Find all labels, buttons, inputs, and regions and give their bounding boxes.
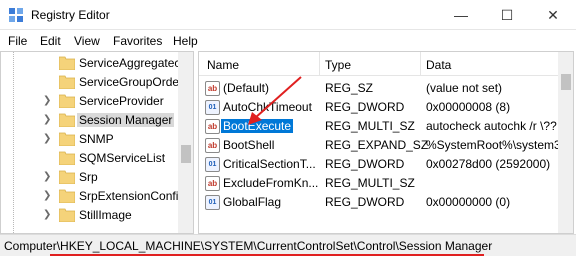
expand-chevron-icon[interactable]: ❯ <box>43 171 51 182</box>
tree-item-label: ServiceAggregatec <box>79 56 181 70</box>
value-name: ExcludeFromKn... <box>223 176 319 190</box>
value-type: REG_SZ <box>325 81 374 95</box>
list-scrollbar[interactable] <box>558 52 573 233</box>
value-data: %SystemRoot%\system3 <box>426 138 561 152</box>
maximize-button[interactable]: ☐ <box>484 0 530 30</box>
folder-icon <box>59 132 75 146</box>
string-value-icon: ab <box>205 138 220 153</box>
tree-item[interactable]: ❯ SrpExtensionConfi <box>1 187 179 206</box>
value-type: REG_MULTI_SZ <box>325 119 415 133</box>
registry-path: Computer\HKEY_LOCAL_MACHINE\SYSTEM\Curre… <box>4 239 493 253</box>
folder-icon <box>59 94 75 108</box>
string-value-icon: ab <box>205 119 220 134</box>
value-type: REG_DWORD <box>325 100 405 114</box>
tree-item-label: SQMServiceList <box>79 151 166 165</box>
tree-item[interactable]: ❯ Session Manager <box>1 111 179 130</box>
binary-value-icon: 01 <box>205 195 220 210</box>
folder-icon <box>59 56 75 70</box>
status-bar: Computer\HKEY_LOCAL_MACHINE\SYSTEM\Curre… <box>0 234 576 256</box>
tree-item-label: Srp <box>79 170 98 184</box>
tree-item-label: ServiceGroupOrde <box>79 75 180 89</box>
value-data: 0x00278d00 (2592000) <box>426 157 551 171</box>
folder-icon <box>59 75 75 89</box>
minimize-button[interactable]: — <box>438 0 484 30</box>
folder-icon <box>59 208 75 222</box>
menu-bar: File Edit View Favorites Help <box>0 31 576 51</box>
tree-scroll-thumb[interactable] <box>181 145 191 163</box>
registry-editor-icon <box>9 8 23 22</box>
value-type: REG_MULTI_SZ <box>325 176 415 190</box>
expand-chevron-icon[interactable]: ❯ <box>43 95 51 106</box>
tree-item-label: ServiceProvider <box>79 94 164 108</box>
folder-icon <box>59 151 75 165</box>
expand-chevron-icon[interactable]: ❯ <box>43 209 51 220</box>
tree-item-label: Session Manager <box>77 113 175 127</box>
tree-item-label: StillImage <box>79 208 132 222</box>
tree-item[interactable]: ServiceGroupOrde <box>1 73 179 92</box>
expand-chevron-icon[interactable]: ❯ <box>43 190 51 201</box>
value-name: (Default) <box>223 81 270 95</box>
menu-help[interactable]: Help <box>173 34 198 48</box>
list-row[interactable]: 01 AutoChkTimeout REG_DWORD 0x00000008 (8) <box>199 98 573 117</box>
title-bar: Registry Editor — ☐ ✕ <box>0 0 576 30</box>
value-type: REG_DWORD <box>325 195 405 209</box>
folder-icon <box>59 189 75 203</box>
string-value-icon: ab <box>205 81 220 96</box>
window-title: Registry Editor <box>31 8 110 22</box>
list-row[interactable]: ab BootShell REG_EXPAND_SZ %SystemRoot%\sys… <box>199 136 573 155</box>
value-name: AutoChkTimeout <box>223 100 312 114</box>
value-type: REG_DWORD <box>325 157 405 171</box>
list-row[interactable]: 01 GlobalFlag REG_DWORD 0x00000000 (0) <box>199 193 573 212</box>
binary-value-icon: 01 <box>205 100 220 115</box>
list-scroll-thumb[interactable] <box>561 74 571 90</box>
column-name-header[interactable]: Name <box>207 58 239 72</box>
values-list[interactable]: Name Type Data ab (Default) REG_SZ (value n… <box>198 51 574 234</box>
folder-icon <box>59 113 75 127</box>
registry-tree[interactable]: ServiceAggregatec ServiceGroupOrde ❯ Servic… <box>0 51 194 234</box>
list-row[interactable]: ab ExcludeFromKn... REG_MULTI_SZ <box>199 174 573 193</box>
value-data: 0x00000008 (8) <box>426 100 511 114</box>
column-divider[interactable] <box>420 52 421 76</box>
column-type-header[interactable]: Type <box>325 58 351 72</box>
value-type: REG_EXPAND_SZ <box>325 138 429 152</box>
tree-item[interactable]: ServiceAggregatec <box>1 54 181 73</box>
value-name: CriticalSectionT... <box>223 157 316 171</box>
tree-item[interactable]: ❯ SNMP <box>1 130 179 149</box>
expand-chevron-icon[interactable]: ❯ <box>43 133 51 144</box>
column-data-header[interactable]: Data <box>426 58 451 72</box>
tree-item[interactable]: SQMServiceList <box>1 149 179 168</box>
menu-edit[interactable]: Edit <box>40 34 61 48</box>
menu-view[interactable]: View <box>74 34 100 48</box>
value-data: (value not set) <box>426 81 503 95</box>
tree-item-label: SNMP <box>79 132 114 146</box>
close-button[interactable]: ✕ <box>530 0 576 30</box>
folder-icon <box>59 170 75 184</box>
list-row[interactable]: ab (Default) REG_SZ (value not set) <box>199 79 573 98</box>
menu-favorites[interactable]: Favorites <box>113 34 162 48</box>
binary-value-icon: 01 <box>205 157 220 172</box>
expand-chevron-icon[interactable]: ❯ <box>43 114 51 125</box>
value-name: BootShell <box>223 138 275 152</box>
list-row[interactable]: 01 CriticalSectionT... REG_DWORD 0x00278d00… <box>199 155 573 174</box>
list-header: Name Type Data <box>199 52 573 76</box>
list-row[interactable]: ab BootExecute REG_MULTI_SZ autocheck autoc… <box>199 117 573 136</box>
column-divider[interactable] <box>319 52 320 76</box>
string-value-icon: ab <box>205 176 220 191</box>
value-data: 0x00000000 (0) <box>426 195 511 209</box>
menu-file[interactable]: File <box>8 34 27 48</box>
value-name: BootExecute <box>221 119 294 133</box>
tree-item-label: SrpExtensionConfi <box>79 189 179 203</box>
value-name: GlobalFlag <box>223 195 282 209</box>
tree-item[interactable]: ❯ ServiceProvider <box>1 92 179 111</box>
value-data: autocheck autochk /r \?? <box>426 119 557 133</box>
tree-scrollbar[interactable] <box>178 52 193 233</box>
tree-item[interactable]: ❯ StillImage <box>1 206 179 225</box>
tree-item[interactable]: ❯ Srp <box>1 168 179 187</box>
